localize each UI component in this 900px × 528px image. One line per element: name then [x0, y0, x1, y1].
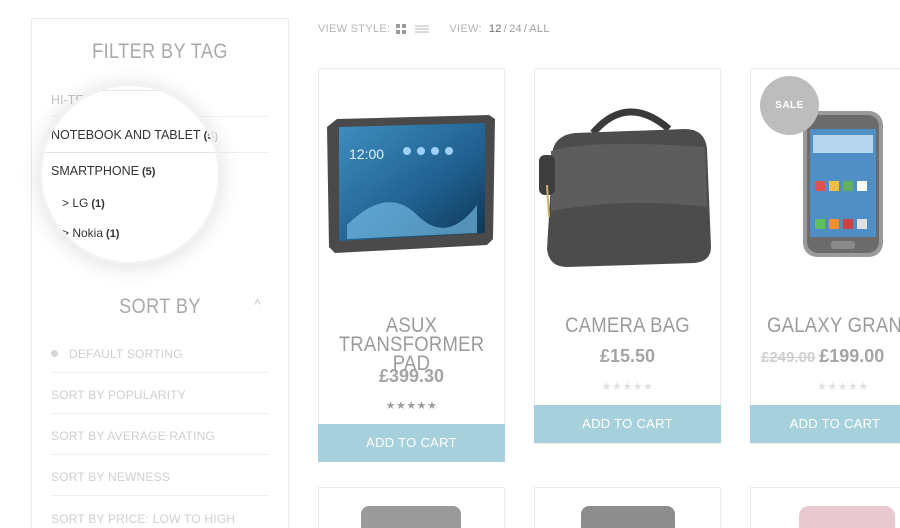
product-name[interactable]: CAMERA BAG [546, 315, 709, 336]
view-style-label: VIEW STYLE: [318, 23, 391, 35]
product-price: £399.30 [378, 366, 445, 386]
product-image [361, 506, 461, 528]
magnified-tag-hitech: HI-TECH [50, 86, 101, 88]
view-separator: / [523, 23, 528, 35]
radio-dot-icon [51, 350, 58, 357]
sort-option-newness[interactable]: SORT BY NEWNESS [51, 470, 269, 496]
product-image [581, 506, 675, 528]
magnified-tag-notebook[interactable]: NOTEBOOK AND TABLET (5) [51, 128, 217, 142]
magnified-tag-nokia-label: > Nokia [62, 226, 104, 240]
sort-option-default[interactable]: DEFAULT SORTING [51, 347, 269, 373]
product-card-partial[interactable] [318, 487, 505, 528]
product-name[interactable]: GALAXY GRAND N [767, 315, 900, 336]
sort-option-label: DEFAULT SORTING [69, 347, 183, 361]
add-to-cart-button[interactable]: ADD TO CART [750, 405, 900, 443]
magnified-tag-smartphone-label: SMARTPHONE [51, 164, 139, 178]
filter-by-tag-title: FILTER BY TAG [92, 40, 228, 63]
old-price: £249.00 [761, 349, 816, 366]
sort-option-label: SORT BY NEWNESS [51, 470, 171, 484]
rating-stars: ★★★★★ [385, 400, 438, 412]
view-option-24[interactable]: 24 [509, 23, 522, 35]
magnified-tag-nokia[interactable]: > Nokia (1) [62, 226, 119, 240]
product-card-asux-transformer[interactable]: 12:00 ASUX TRANSFORMER PAD £399.30 ★★★★★ … [318, 68, 505, 462]
product-card-partial[interactable] [750, 487, 900, 528]
magnified-tag-lg[interactable]: > LG (1) [62, 196, 105, 210]
magnified-tag-smartphone[interactable]: SMARTPHONE (5) [51, 164, 155, 178]
divider [42, 90, 218, 91]
tablet-product-image[interactable]: 12:00 [327, 115, 495, 253]
product-price: £15.50 [599, 346, 656, 366]
sort-option-rating[interactable]: SORT BY AVERAGE RATING [51, 429, 269, 455]
sort-option-price[interactable]: SORT BY PRICE: LOW TO HIGH [51, 512, 269, 528]
magnified-tag-lg-count: (1) [91, 198, 105, 210]
sort-by-title: SORT BY [119, 295, 201, 318]
rating-stars: ★★★★★ [601, 381, 654, 393]
view-option-12[interactable]: 12 [489, 23, 502, 35]
rating-stars: ★★★★★ [817, 381, 869, 393]
sort-option-label: SORT BY POPULARITY [51, 388, 186, 402]
sort-option-label: SORT BY AVERAGE RATING [51, 429, 216, 443]
view-separator: / [503, 23, 508, 35]
view-option-all[interactable]: ALL [529, 23, 549, 35]
magnified-tag-lg-label: > LG [62, 196, 89, 210]
product-name[interactable]: ASUX TRANSFORMER PAD [330, 314, 493, 374]
product-image [799, 506, 895, 528]
product-card-partial[interactable] [534, 487, 721, 528]
smartphone-product-image[interactable] [803, 111, 883, 257]
sort-option-popularity[interactable]: SORT BY POPULARITY [51, 388, 269, 414]
magnified-tag-smartphone-count: (5) [141, 166, 156, 178]
magnified-tag-notebook-count: (5) [203, 130, 218, 142]
add-to-cart-button[interactable]: ADD TO CART [318, 424, 505, 462]
sort-option-label: SORT BY PRICE: LOW TO HIGH [51, 512, 236, 526]
view-toolbar: VIEW STYLE: VIEW: 12/ 24/ ALL [318, 23, 551, 35]
view-count-label: VIEW: [449, 23, 482, 35]
magnified-tag-notebook-label: NOTEBOOK AND TABLET [51, 128, 201, 142]
sale-price: £199.00 [819, 346, 885, 366]
camera-bag-product-image[interactable] [535, 99, 720, 271]
add-to-cart-button[interactable]: ADD TO CART [534, 405, 721, 443]
divider [42, 152, 218, 153]
svg-text:12:00: 12:00 [349, 146, 384, 162]
collapse-caret-icon[interactable]: ˄ [254, 295, 261, 309]
product-name-line: ASUX TRANSFORMER [338, 314, 485, 356]
grid-view-icon[interactable] [396, 24, 407, 34]
sale-badge: SALE [760, 76, 819, 135]
magnified-tag-nokia-count: (1) [106, 228, 120, 240]
product-price: £249.00 £199.00 [761, 346, 900, 367]
product-card-camera-bag[interactable]: CAMERA BAG £15.50 ★★★★★ ADD TO CART [534, 68, 721, 444]
magnifier-lens: HI-TECH NOTEBOOK AND TABLET(5) SMARTPHON… [42, 86, 218, 262]
product-card-galaxy-grand[interactable]: SALE GALAXY GRAND N £249.00£199.00 ★★★★★… [750, 68, 900, 444]
list-view-icon[interactable] [415, 24, 430, 34]
